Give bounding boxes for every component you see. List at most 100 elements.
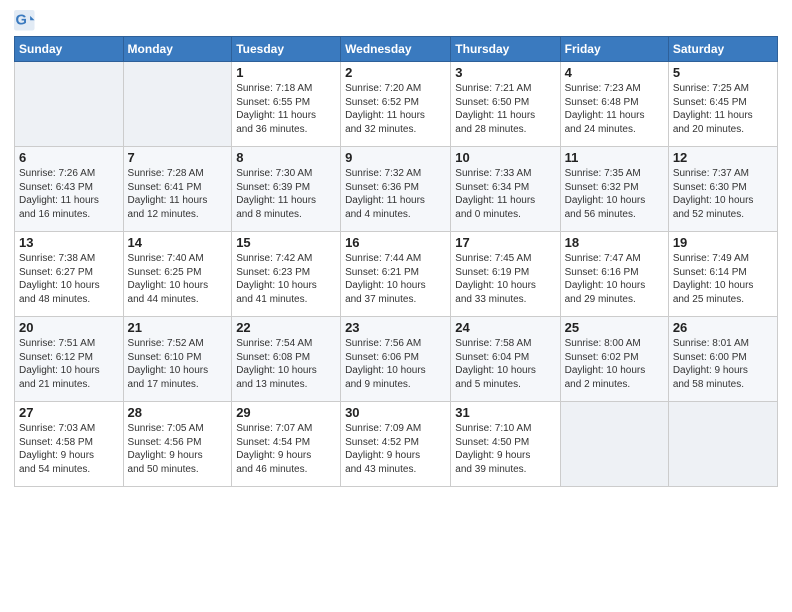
calendar-cell <box>560 402 668 487</box>
cell-content: Sunrise: 7:18 AM Sunset: 6:55 PM Dayligh… <box>236 82 336 136</box>
calendar-table: SundayMondayTuesdayWednesdayThursdayFrid… <box>14 36 778 487</box>
day-number: 4 <box>565 65 664 80</box>
cell-content: Sunrise: 7:20 AM Sunset: 6:52 PM Dayligh… <box>345 82 446 136</box>
week-row-3: 13 Sunrise: 7:38 AM Sunset: 6:27 PM Dayli… <box>15 232 778 317</box>
day-number: 10 <box>455 150 555 165</box>
day-number: 15 <box>236 235 336 250</box>
week-row-4: 20 Sunrise: 7:51 AM Sunset: 6:12 PM Dayli… <box>15 317 778 402</box>
day-number: 3 <box>455 65 555 80</box>
cell-content: Sunrise: 7:40 AM Sunset: 6:25 PM Dayligh… <box>128 252 228 306</box>
day-number: 16 <box>345 235 446 250</box>
svg-text:G: G <box>15 13 26 29</box>
calendar-container: G SundayMondayTuesdayWednesdayThursdayFr… <box>0 0 792 497</box>
cell-content: Sunrise: 7:05 AM Sunset: 4:56 PM Dayligh… <box>128 422 228 476</box>
calendar-cell: 1 Sunrise: 7:18 AM Sunset: 6:55 PM Daylig… <box>232 62 341 147</box>
weekday-header-monday: Monday <box>123 37 232 62</box>
day-number: 12 <box>673 150 773 165</box>
day-number: 25 <box>565 320 664 335</box>
cell-content: Sunrise: 7:58 AM Sunset: 6:04 PM Dayligh… <box>455 337 555 391</box>
calendar-cell: 15 Sunrise: 7:42 AM Sunset: 6:23 PM Dayli… <box>232 232 341 317</box>
cell-content: Sunrise: 7:52 AM Sunset: 6:10 PM Dayligh… <box>128 337 228 391</box>
calendar-cell: 13 Sunrise: 7:38 AM Sunset: 6:27 PM Dayli… <box>15 232 124 317</box>
cell-content: Sunrise: 7:21 AM Sunset: 6:50 PM Dayligh… <box>455 82 555 136</box>
day-number: 7 <box>128 150 228 165</box>
cell-content: Sunrise: 7:51 AM Sunset: 6:12 PM Dayligh… <box>19 337 119 391</box>
week-row-5: 27 Sunrise: 7:03 AM Sunset: 4:58 PM Dayli… <box>15 402 778 487</box>
calendar-cell: 7 Sunrise: 7:28 AM Sunset: 6:41 PM Daylig… <box>123 147 232 232</box>
day-number: 6 <box>19 150 119 165</box>
calendar-cell: 29Sunrise: 7:07 AM Sunset: 4:54 PM Dayli… <box>232 402 341 487</box>
calendar-cell: 31 Sunrise: 7:10 AM Sunset: 4:50 PM Dayli… <box>451 402 560 487</box>
calendar-cell: 30Sunrise: 7:09 AM Sunset: 4:52 PM Dayli… <box>341 402 451 487</box>
cell-content: Sunrise: 7:09 AM Sunset: 4:52 PM Dayligh… <box>345 422 446 476</box>
calendar-cell <box>123 62 232 147</box>
calendar-cell: 21 Sunrise: 7:52 AM Sunset: 6:10 PM Dayli… <box>123 317 232 402</box>
cell-content: Sunrise: 7:54 AM Sunset: 6:08 PM Dayligh… <box>236 337 336 391</box>
calendar-cell: 5 Sunrise: 7:25 AM Sunset: 6:45 PM Daylig… <box>668 62 777 147</box>
weekday-header-tuesday: Tuesday <box>232 37 341 62</box>
weekday-header-wednesday: Wednesday <box>341 37 451 62</box>
day-number: 1 <box>236 65 336 80</box>
calendar-cell: 12 Sunrise: 7:37 AM Sunset: 6:30 PM Dayli… <box>668 147 777 232</box>
cell-content: Sunrise: 7:47 AM Sunset: 6:16 PM Dayligh… <box>565 252 664 306</box>
cell-content: Sunrise: 7:07 AM Sunset: 4:54 PM Dayligh… <box>236 422 336 476</box>
weekday-header-friday: Friday <box>560 37 668 62</box>
calendar-cell: 20 Sunrise: 7:51 AM Sunset: 6:12 PM Dayli… <box>15 317 124 402</box>
day-number: 19 <box>673 235 773 250</box>
logo-icon: G <box>14 10 36 32</box>
calendar-cell: 10 Sunrise: 7:33 AM Sunset: 6:34 PM Dayli… <box>451 147 560 232</box>
weekday-header-saturday: Saturday <box>668 37 777 62</box>
day-number: 28 <box>128 405 228 420</box>
cell-content: Sunrise: 7:35 AM Sunset: 6:32 PM Dayligh… <box>565 167 664 221</box>
calendar-cell: 3 Sunrise: 7:21 AM Sunset: 6:50 PM Daylig… <box>451 62 560 147</box>
day-number: 21 <box>128 320 228 335</box>
logo: G <box>14 10 38 32</box>
cell-content: Sunrise: 7:30 AM Sunset: 6:39 PM Dayligh… <box>236 167 336 221</box>
calendar-cell: 27 Sunrise: 7:03 AM Sunset: 4:58 PM Dayli… <box>15 402 124 487</box>
week-row-1: 1 Sunrise: 7:18 AM Sunset: 6:55 PM Daylig… <box>15 62 778 147</box>
cell-content: Sunrise: 7:03 AM Sunset: 4:58 PM Dayligh… <box>19 422 119 476</box>
day-number: 11 <box>565 150 664 165</box>
cell-content: Sunrise: 7:56 AM Sunset: 6:06 PM Dayligh… <box>345 337 446 391</box>
cell-content: Sunrise: 7:28 AM Sunset: 6:41 PM Dayligh… <box>128 167 228 221</box>
cell-content: Sunrise: 8:00 AM Sunset: 6:02 PM Dayligh… <box>565 337 664 391</box>
calendar-cell: 2Sunrise: 7:20 AM Sunset: 6:52 PM Daylig… <box>341 62 451 147</box>
weekday-header-thursday: Thursday <box>451 37 560 62</box>
calendar-cell <box>15 62 124 147</box>
cell-content: Sunrise: 7:42 AM Sunset: 6:23 PM Dayligh… <box>236 252 336 306</box>
day-number: 13 <box>19 235 119 250</box>
calendar-cell: 22Sunrise: 7:54 AM Sunset: 6:08 PM Dayli… <box>232 317 341 402</box>
calendar-cell: 19 Sunrise: 7:49 AM Sunset: 6:14 PM Dayli… <box>668 232 777 317</box>
cell-content: Sunrise: 7:32 AM Sunset: 6:36 PM Dayligh… <box>345 167 446 221</box>
calendar-cell: 16Sunrise: 7:44 AM Sunset: 6:21 PM Dayli… <box>341 232 451 317</box>
calendar-cell: 14Sunrise: 7:40 AM Sunset: 6:25 PM Dayli… <box>123 232 232 317</box>
day-number: 24 <box>455 320 555 335</box>
day-number: 20 <box>19 320 119 335</box>
cell-content: Sunrise: 7:38 AM Sunset: 6:27 PM Dayligh… <box>19 252 119 306</box>
day-number: 26 <box>673 320 773 335</box>
cell-content: Sunrise: 7:10 AM Sunset: 4:50 PM Dayligh… <box>455 422 555 476</box>
calendar-cell: 23Sunrise: 7:56 AM Sunset: 6:06 PM Dayli… <box>341 317 451 402</box>
weekday-header-row: SundayMondayTuesdayWednesdayThursdayFrid… <box>15 37 778 62</box>
calendar-cell: 9 Sunrise: 7:32 AM Sunset: 6:36 PM Daylig… <box>341 147 451 232</box>
calendar-cell: 18Sunrise: 7:47 AM Sunset: 6:16 PM Dayli… <box>560 232 668 317</box>
calendar-cell: 25 Sunrise: 8:00 AM Sunset: 6:02 PM Dayli… <box>560 317 668 402</box>
cell-content: Sunrise: 7:25 AM Sunset: 6:45 PM Dayligh… <box>673 82 773 136</box>
day-number: 27 <box>19 405 119 420</box>
calendar-cell: 8 Sunrise: 7:30 AM Sunset: 6:39 PM Daylig… <box>232 147 341 232</box>
cell-content: Sunrise: 8:01 AM Sunset: 6:00 PM Dayligh… <box>673 337 773 391</box>
day-number: 9 <box>345 150 446 165</box>
cell-content: Sunrise: 7:45 AM Sunset: 6:19 PM Dayligh… <box>455 252 555 306</box>
day-number: 5 <box>673 65 773 80</box>
cell-content: Sunrise: 7:49 AM Sunset: 6:14 PM Dayligh… <box>673 252 773 306</box>
cell-content: Sunrise: 7:26 AM Sunset: 6:43 PM Dayligh… <box>19 167 119 221</box>
weekday-header-sunday: Sunday <box>15 37 124 62</box>
day-number: 31 <box>455 405 555 420</box>
header: G <box>14 10 778 32</box>
day-number: 17 <box>455 235 555 250</box>
cell-content: Sunrise: 7:33 AM Sunset: 6:34 PM Dayligh… <box>455 167 555 221</box>
calendar-cell: 24 Sunrise: 7:58 AM Sunset: 6:04 PM Dayli… <box>451 317 560 402</box>
cell-content: Sunrise: 7:37 AM Sunset: 6:30 PM Dayligh… <box>673 167 773 221</box>
day-number: 8 <box>236 150 336 165</box>
calendar-cell: 6 Sunrise: 7:26 AM Sunset: 6:43 PM Daylig… <box>15 147 124 232</box>
